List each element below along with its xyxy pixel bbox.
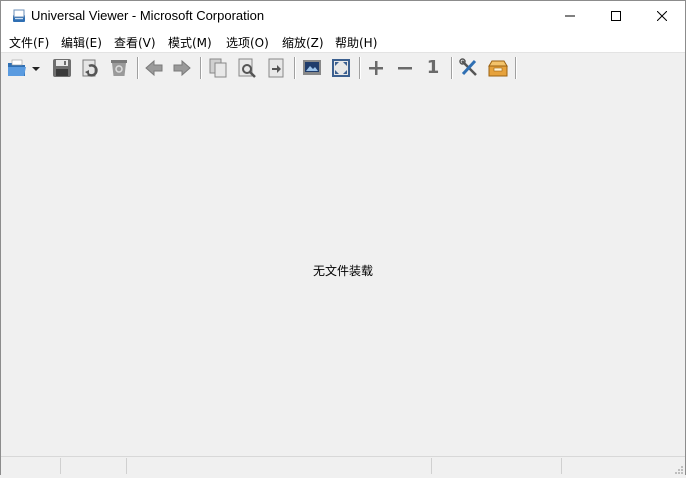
- minimize-icon: [565, 15, 575, 17]
- toolbar-separator: [137, 57, 139, 79]
- menu-bar: 文件(F) 编辑(E) 查看(V) 模式(M) 选项(O) 缩放(Z) 帮助(H…: [1, 31, 685, 53]
- back-button[interactable]: [143, 57, 165, 79]
- minimize-button[interactable]: [547, 1, 593, 31]
- zoom-out-button[interactable]: [394, 57, 416, 79]
- main-window: Universal Viewer - Microsoft Corporation…: [0, 0, 686, 475]
- find-icon: [238, 58, 256, 78]
- empty-message: 无文件装载: [312, 264, 373, 278]
- menu-mode[interactable]: 模式(M): [168, 34, 212, 51]
- fit-window-icon: [332, 59, 350, 77]
- menu-help[interactable]: 帮助(H): [335, 34, 377, 51]
- status-pane: [432, 458, 562, 474]
- reload-button[interactable]: [79, 57, 101, 79]
- zoom-out-icon: [398, 67, 412, 70]
- forward-arrow-icon: [173, 59, 191, 77]
- tools-icon: [459, 58, 477, 76]
- back-arrow-icon: [145, 59, 163, 77]
- menu-zoom[interactable]: 缩放(Z): [282, 34, 324, 51]
- status-bar: [1, 456, 685, 475]
- find-button[interactable]: [236, 57, 258, 79]
- status-pane: [127, 458, 432, 474]
- open-dropdown-button[interactable]: [31, 57, 41, 79]
- window-title: Universal Viewer - Microsoft Corporation: [31, 8, 265, 23]
- tools-button[interactable]: [458, 57, 480, 79]
- plugin-box-icon: [488, 60, 508, 77]
- save-button[interactable]: [51, 57, 73, 79]
- zoom-in-button[interactable]: [365, 57, 387, 79]
- fit-window-button[interactable]: [330, 57, 352, 79]
- close-icon: [657, 11, 667, 21]
- goto-icon: [268, 58, 284, 78]
- toolbar-separator: [451, 57, 453, 79]
- copy-button[interactable]: [207, 57, 229, 79]
- resize-grip-icon[interactable]: [674, 464, 684, 474]
- menu-file[interactable]: 文件(F): [9, 34, 49, 51]
- open-button[interactable]: [6, 57, 28, 79]
- image-view-icon: [303, 60, 321, 75]
- delete-icon: [111, 60, 127, 76]
- goto-button[interactable]: [265, 57, 287, 79]
- delete-button[interactable]: [108, 57, 130, 79]
- menu-edit[interactable]: 编辑(E): [61, 34, 102, 51]
- toolbar-separator: [294, 57, 296, 79]
- close-button[interactable]: [639, 1, 685, 31]
- toolbar-separator: [515, 57, 517, 79]
- open-folder-icon: [8, 59, 26, 76]
- maximize-button[interactable]: [593, 1, 639, 31]
- original-size-button[interactable]: 1: [422, 57, 444, 79]
- save-icon: [53, 59, 71, 77]
- original-size-icon: 1: [426, 57, 440, 78]
- maximize-icon: [611, 11, 621, 21]
- copy-icon: [209, 58, 227, 78]
- dropdown-arrow-icon: [32, 67, 40, 71]
- status-pane: [61, 458, 127, 474]
- viewer-content-area[interactable]: 无文件装载: [1, 84, 685, 455]
- forward-button[interactable]: [171, 57, 193, 79]
- image-view-button[interactable]: [301, 57, 323, 79]
- toolbar-separator: [359, 57, 361, 79]
- zoom-in-icon: [369, 61, 383, 75]
- plugin-button[interactable]: [487, 57, 509, 79]
- title-bar[interactable]: Universal Viewer - Microsoft Corporation: [1, 1, 685, 31]
- menu-view[interactable]: 查看(V): [114, 34, 156, 51]
- toolbar-separator: [200, 57, 202, 79]
- status-pane: [1, 458, 61, 474]
- reload-icon: [82, 59, 98, 77]
- app-icon: [11, 8, 27, 24]
- toolbar: 1: [1, 53, 685, 83]
- menu-options[interactable]: 选项(O): [226, 34, 269, 51]
